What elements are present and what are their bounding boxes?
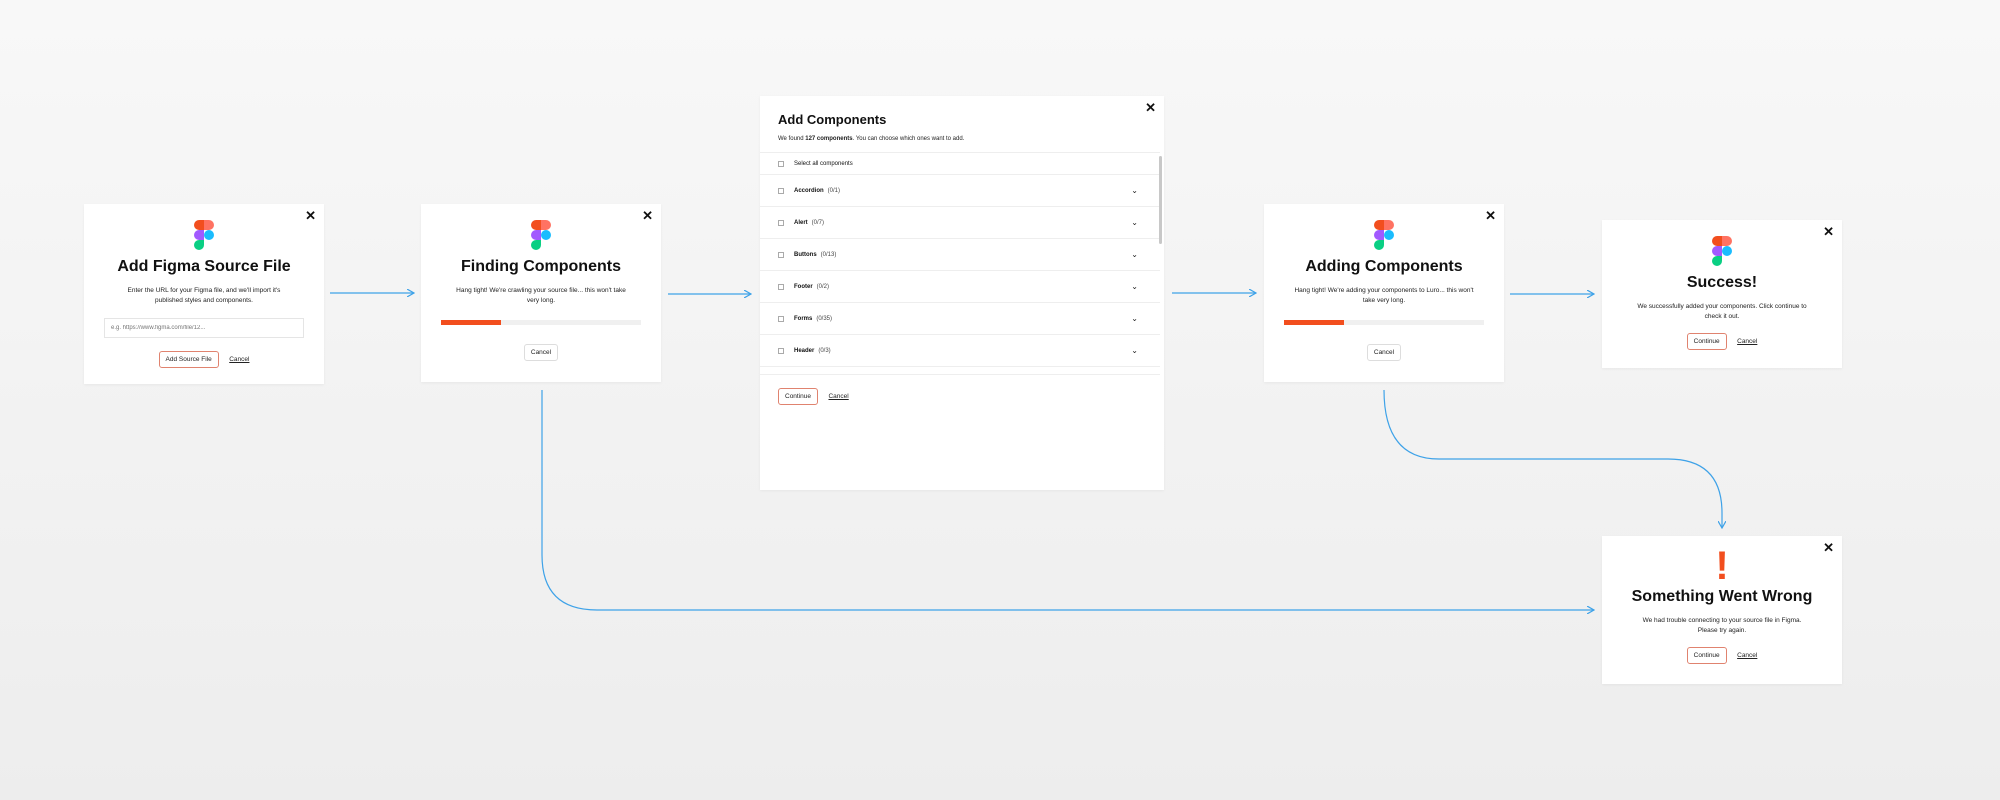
component-name: Buttons (794, 251, 817, 258)
card-description: Hang tight! We're crawling your source f… (456, 287, 626, 304)
continue-button[interactable]: Continue (1686, 647, 1727, 664)
figma-logo-icon (1712, 236, 1732, 266)
finding-components-card: ✕ Finding Components Hang tight! We're c… (421, 204, 661, 382)
card-title: Add Figma Source File (117, 258, 291, 275)
exclamation-icon: ! (1715, 544, 1729, 588)
checkbox[interactable] (778, 187, 784, 194)
cancel-button[interactable]: Cancel (523, 344, 559, 361)
progress-fill (441, 320, 501, 325)
chevron-down-icon[interactable]: ⌄ (1131, 250, 1138, 259)
arrow-adding-to-error (1383, 389, 1722, 528)
card-title: Success! (1686, 274, 1758, 291)
component-row[interactable]: Header (0/3) ⌄ (760, 335, 1160, 367)
component-count: (0/7) (811, 219, 825, 226)
figma-logo-icon (1374, 220, 1394, 250)
card-description: We successfully added your components. C… (1637, 303, 1807, 320)
component-count: (0/2) (816, 283, 830, 290)
progress-bar (441, 320, 641, 325)
card-title: Finding Components (461, 258, 621, 275)
figma-logo-icon (194, 220, 214, 250)
select-all-row[interactable]: Select all components (760, 153, 1160, 175)
checkbox[interactable] (778, 160, 784, 167)
cancel-link[interactable]: Cancel (229, 356, 249, 363)
component-name: Header (794, 347, 815, 354)
card-footer: Continue Cancel (760, 374, 1160, 416)
cancel-link[interactable]: Cancel (1737, 652, 1757, 659)
chevron-down-icon[interactable]: ⌄ (1131, 186, 1138, 195)
error-card: ✕ ! Something Went Wrong We had trouble … (1602, 536, 1842, 684)
card-title: Something Went Wrong (1631, 588, 1813, 605)
component-row[interactable]: Accordion (0/1) ⌄ (760, 175, 1160, 207)
cancel-link[interactable]: Cancel (1737, 338, 1757, 345)
cancel-link[interactable]: Cancel (828, 393, 848, 400)
card-title: Adding Components (1305, 258, 1463, 275)
continue-button[interactable]: Continue (778, 388, 819, 405)
component-name: Footer (794, 283, 813, 290)
chevron-down-icon[interactable]: ⌄ (1131, 282, 1138, 291)
card-description: We found 127 components. You can choose … (778, 136, 965, 142)
card-description: Hang tight! We're adding your components… (1294, 287, 1474, 304)
progress-fill (1284, 320, 1344, 325)
figma-url-input[interactable] (104, 318, 304, 338)
chevron-down-icon[interactable]: ⌄ (1131, 346, 1138, 355)
checkbox[interactable] (778, 219, 784, 226)
cancel-button[interactable]: Cancel (1366, 344, 1402, 361)
checkbox[interactable] (778, 283, 784, 290)
select-all-label: Select all components (794, 160, 853, 167)
figma-logo-icon (531, 220, 551, 250)
chevron-down-icon[interactable]: ⌄ (1131, 314, 1138, 323)
component-row[interactable]: Forms (0/35) ⌄ (760, 303, 1160, 335)
card-description: We had trouble connecting to your source… (1642, 617, 1802, 634)
checkbox[interactable] (778, 251, 784, 258)
close-icon[interactable]: ✕ (642, 208, 653, 224)
component-list[interactable]: Select all components Accordion (0/1) ⌄ Ale… (760, 152, 1160, 375)
checkbox[interactable] (778, 347, 784, 354)
component-count: 127 components (805, 136, 853, 142)
add-source-file-card: ✕ Add Figma Source File Enter the URL fo… (84, 204, 324, 384)
component-count: (0/35) (816, 315, 833, 322)
close-icon[interactable]: ✕ (1823, 224, 1834, 240)
component-row[interactable]: Buttons (0/13) ⌄ (760, 239, 1160, 271)
close-icon[interactable]: ✕ (305, 208, 316, 224)
component-count: (0/3) (818, 347, 831, 354)
component-row[interactable]: Footer (0/2) ⌄ (760, 271, 1160, 303)
card-description: Enter the URL for your Figma file, and w… (127, 287, 281, 304)
close-icon[interactable]: ✕ (1485, 208, 1496, 224)
continue-button[interactable]: Continue (1686, 333, 1727, 350)
component-name: Accordion (794, 187, 824, 194)
success-card: ✕ Success! We successfully added your co… (1602, 220, 1842, 368)
adding-components-card: ✕ Adding Components Hang tight! We're ad… (1264, 204, 1504, 382)
checkbox[interactable] (778, 315, 784, 322)
add-components-card: ✕ Add Components We found 127 components… (760, 96, 1164, 490)
chevron-down-icon[interactable]: ⌄ (1131, 218, 1138, 227)
scrollbar-thumb[interactable] (1159, 156, 1162, 244)
component-count: (0/13) (820, 251, 837, 258)
add-source-file-button[interactable]: Add Source File (158, 351, 219, 368)
progress-bar (1284, 320, 1484, 325)
component-row[interactable]: Alert (0/7) ⌄ (760, 207, 1160, 239)
component-name: Alert (794, 219, 808, 226)
close-icon[interactable]: ✕ (1823, 540, 1834, 556)
card-title: Add Components (778, 112, 887, 127)
close-icon[interactable]: ✕ (1145, 100, 1156, 116)
component-name: Forms (794, 315, 813, 322)
component-count: (0/1) (827, 187, 841, 194)
